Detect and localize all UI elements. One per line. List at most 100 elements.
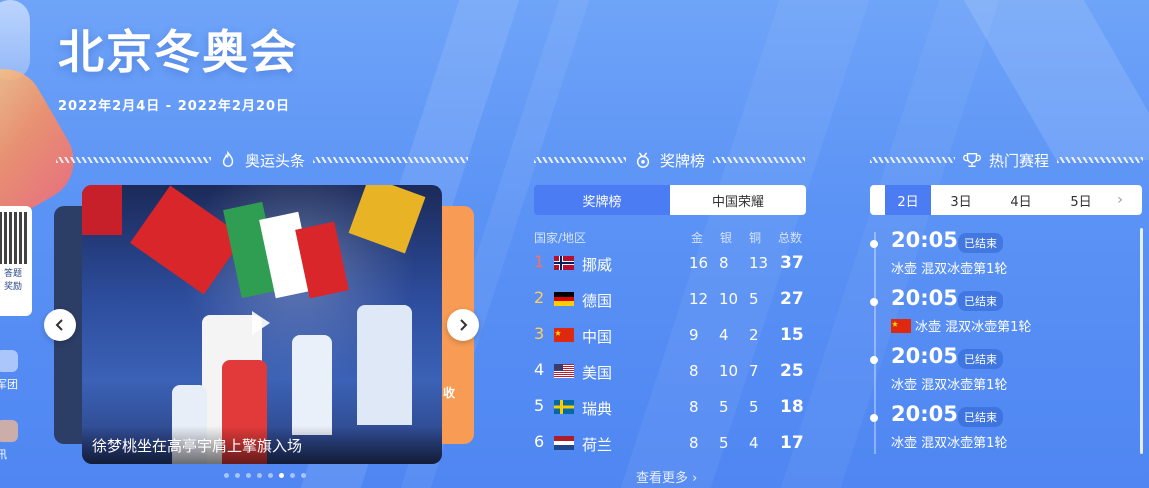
tab-medal-table[interactable]: 奖牌榜 (534, 185, 670, 215)
event-name-wrapper: 冰壶 混双冰壶第1轮 (891, 258, 1007, 277)
flag-shape (348, 185, 426, 254)
medal-row[interactable]: 6 荷兰 8 5 4 17 (534, 429, 806, 459)
dashed-divider (713, 157, 806, 163)
total-count: 27 (780, 289, 804, 309)
carousel-prev-button[interactable] (44, 309, 76, 341)
bronze-count: 5 (749, 398, 759, 416)
event-name-wrapper: 冰壶 混双冰壶第1轮 (891, 374, 1007, 393)
flame-icon (222, 151, 234, 168)
carousel-caption[interactable]: 徐梦桃坐在高亭宇肩上擎旗入场 (82, 426, 442, 464)
carousel-dot[interactable] (257, 473, 262, 478)
medal-icon (636, 152, 650, 168)
carousel-caption-text: 徐梦桃坐在高亭宇肩上擎旗入场 (92, 436, 303, 455)
silver-count: 10 (719, 362, 739, 380)
carousel-dots (224, 473, 306, 478)
timeline-dot (870, 298, 878, 306)
event-status-badge: 已结束 (958, 291, 1003, 311)
netherlands-flag-icon (554, 436, 574, 450)
medal-tabs: 奖牌榜 中国荣耀 (534, 185, 806, 215)
section-header-medals: 奖牌榜 (534, 150, 806, 170)
athlete-figure (292, 335, 332, 435)
tab-day-4[interactable]: 4日 (991, 185, 1051, 215)
dashed-divider (870, 157, 955, 163)
section-header-news: 奥运头条 (56, 150, 469, 170)
silver-count: 5 (719, 398, 729, 416)
tab-day-2[interactable]: 2日 (885, 185, 931, 215)
qr-code (0, 212, 27, 264)
event-name: 冰壶 混双冰壶第1轮 (891, 378, 1008, 393)
event-status-badge: 已结束 (958, 407, 1003, 427)
bronze-count: 4 (749, 434, 759, 452)
event-time: 20:05 (891, 228, 958, 252)
qr-code-card[interactable]: 答题 奖励 (0, 206, 32, 316)
total-count: 25 (780, 361, 804, 381)
dashed-divider (534, 157, 626, 163)
country-name: 瑞典 (582, 400, 613, 418)
sidebar-item-news[interactable]: 讯 (0, 420, 18, 462)
medal-row[interactable]: 5 瑞典 8 5 5 18 (534, 393, 806, 423)
sidebar-item-label: 讯 (0, 448, 7, 461)
carousel-dot[interactable] (290, 473, 295, 478)
gold-count: 9 (689, 326, 699, 344)
medal-row[interactable]: 4 美国 8 10 7 25 (534, 357, 806, 387)
medal-row[interactable]: 2 德国 12 10 5 27 (534, 285, 806, 315)
china-flag-icon (891, 319, 911, 333)
chevron-left-icon (55, 319, 63, 331)
country-name: 德国 (582, 292, 613, 310)
bronze-count: 2 (749, 326, 759, 344)
tab-day-5[interactable]: 5日 (1051, 185, 1111, 215)
sidebar-item-team[interactable]: 军团 (0, 350, 18, 392)
chevron-right-icon[interactable]: › (1111, 185, 1129, 215)
header-bronze: 铜 (749, 231, 762, 245)
event-name-wrapper: 冰壶 混双冰壶第1轮 (891, 316, 1031, 335)
medal-row[interactable]: 1 挪威 16 8 13 37 (534, 249, 806, 279)
rank-number: 2 (534, 288, 545, 307)
qr-label-line-1: 答题 (3, 269, 22, 279)
silver-count: 4 (719, 326, 729, 344)
view-more-link[interactable]: 查看更多 › (636, 467, 697, 486)
event-name: 冰壶 混双冰壶第1轮 (915, 320, 1032, 335)
tab-china-honors[interactable]: 中国荣耀 (670, 185, 806, 215)
news-icon (0, 420, 18, 442)
rank-number: 6 (534, 432, 545, 451)
event-time: 20:05 (891, 402, 958, 426)
carousel-next-button[interactable] (447, 309, 479, 341)
chevron-right-icon (460, 319, 468, 331)
carousel-dot[interactable] (279, 473, 284, 478)
team-icon (0, 350, 18, 372)
athlete-figure (357, 305, 412, 425)
bronze-count: 13 (749, 254, 769, 272)
carousel-dot[interactable] (235, 473, 240, 478)
header-country: 国家/地区 (534, 231, 587, 245)
play-icon[interactable] (252, 311, 270, 335)
event-time: 20:05 (891, 286, 958, 310)
rank-number: 3 (534, 324, 545, 343)
event-name: 冰壶 混双冰壶第1轮 (891, 436, 1008, 451)
event-dates: 2022年2月4日 - 2022年2月20日 (58, 99, 291, 114)
carousel-dot[interactable] (268, 473, 273, 478)
tab-day-3[interactable]: 3日 (931, 185, 991, 215)
section-title-news: 奥运头条 (245, 151, 306, 170)
timeline-dot (870, 414, 878, 422)
rank-number: 5 (534, 396, 545, 415)
usa-flag-icon (554, 364, 574, 378)
dashed-divider (313, 157, 469, 163)
gold-count: 8 (689, 398, 699, 416)
total-count: 37 (780, 253, 804, 273)
flag-shape (130, 185, 244, 295)
total-count: 17 (780, 433, 804, 453)
dashed-divider (1057, 157, 1144, 163)
rank-number: 1 (534, 252, 545, 271)
dashed-divider (56, 157, 211, 163)
carousel-dot[interactable] (301, 473, 306, 478)
carousel-dot[interactable] (224, 473, 229, 478)
scrollbar[interactable] (1140, 228, 1143, 454)
section-title-schedule: 热门赛程 (989, 151, 1050, 170)
event-status-badge: 已结束 (958, 233, 1003, 253)
section-title-medals: 奖牌榜 (660, 151, 706, 170)
carousel-slide[interactable]: 徐梦桃坐在高亭宇肩上擎旗入场 (82, 185, 442, 464)
carousel-dot[interactable] (246, 473, 251, 478)
timeline-dot (870, 240, 878, 248)
country-name: 挪威 (582, 256, 613, 274)
medal-row[interactable]: 3 中国 9 4 2 15 (534, 321, 806, 351)
